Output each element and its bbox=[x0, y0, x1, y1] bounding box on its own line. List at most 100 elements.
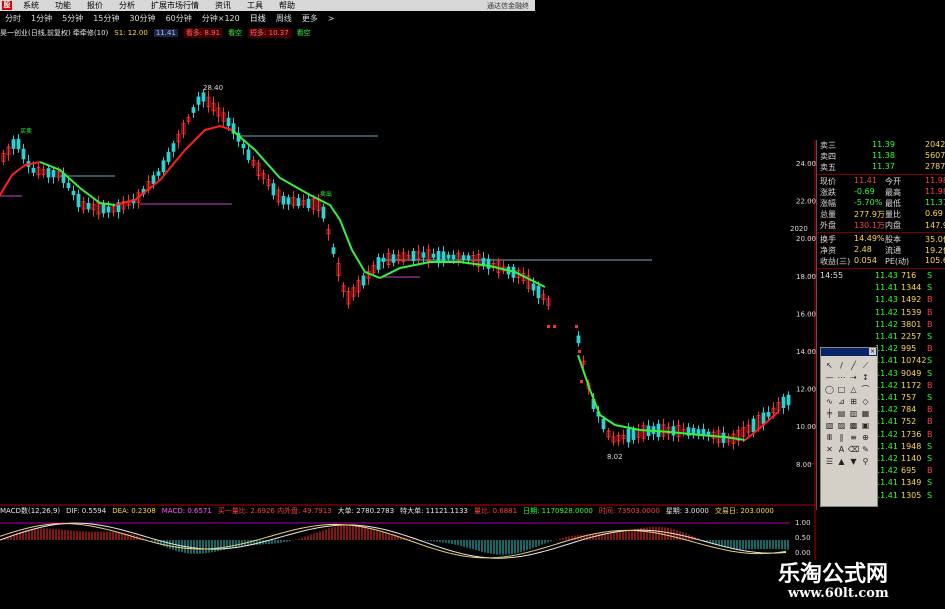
price-tick-label: 22.00 bbox=[796, 198, 816, 206]
drawing-tool-icon[interactable]: ▧ bbox=[824, 420, 835, 431]
drawing-tool-icon[interactable]: □ bbox=[836, 384, 847, 395]
drawing-tool-icon[interactable]: ⚲ bbox=[860, 456, 871, 467]
stat-value: -5.70% bbox=[854, 198, 883, 207]
tick-price: 11.41 bbox=[875, 393, 898, 402]
drawing-tool-icon[interactable]: ∥ bbox=[836, 432, 847, 443]
drawing-tool-icon[interactable]: ⊞ bbox=[848, 396, 859, 407]
drawing-tool-icon[interactable]: ✕ bbox=[824, 444, 835, 455]
candle-body bbox=[201, 92, 206, 102]
drawing-tool-icon[interactable]: ◯ bbox=[824, 384, 835, 395]
drawing-tool-icon[interactable]: ☰ bbox=[824, 456, 835, 467]
drawing-tool-icon[interactable]: ◇ bbox=[860, 396, 871, 407]
tick-volume: 1344 bbox=[901, 283, 922, 293]
stat-label: PE(动) bbox=[885, 257, 910, 266]
drawing-tool-icon[interactable]: — bbox=[824, 372, 835, 383]
drawing-tool-icon[interactable]: ▼ bbox=[848, 456, 859, 467]
candle-body bbox=[196, 96, 201, 105]
tick-price: 11.41 bbox=[875, 441, 898, 451]
tick-volume: 995 bbox=[901, 344, 917, 354]
tick-row: 11.41 2257 S bbox=[817, 332, 945, 343]
drawing-tool-icon[interactable]: ↕ bbox=[860, 372, 871, 383]
ma-green-line-3 bbox=[379, 261, 546, 288]
drawing-tool-icon[interactable]: ✎ bbox=[860, 444, 871, 455]
drawing-tool-icon[interactable]: ↖ bbox=[824, 360, 835, 371]
watermark-url: www.60lt.com bbox=[788, 586, 889, 601]
drawing-toolbox[interactable]: × ↖ / ╱ ⟋ — ⋯ ⇢ ↕ ◯ □ △ ⌒ ∿ ⊿ ⊞ ◇ ╪ ▤ ▥ ▦ ▧ ▨ ▩ ▣ Ⅲ ∥ ≡ ⊕ ✕ A ⌫ ✎ ☰ ▲ ▼ ⚲ bbox=[820, 347, 878, 507]
tick-volume: 1736 bbox=[901, 429, 922, 439]
tick-side: B bbox=[927, 466, 933, 476]
quote-divider bbox=[817, 268, 945, 269]
candle-body bbox=[451, 254, 456, 260]
macd-t4: 量比: 0.6881 bbox=[474, 507, 518, 515]
drawing-tool-icon[interactable]: ╪ bbox=[824, 408, 835, 419]
tick-side: S bbox=[927, 356, 933, 366]
tick-price: 11.43 bbox=[875, 271, 898, 280]
drawing-tool-icon[interactable]: △ bbox=[848, 384, 859, 395]
tick-volume: 1539 bbox=[901, 307, 922, 317]
macd-t5: 日期: 1170928.0000 bbox=[523, 507, 593, 515]
stat-row: 涨幅 -5.70%最低 11.37 bbox=[817, 198, 945, 209]
tick-side: S bbox=[927, 283, 933, 293]
price-tick-label: 24.00 bbox=[796, 160, 816, 168]
ask-volume: 2787 bbox=[925, 162, 945, 171]
tick-volume: 2257 bbox=[901, 332, 922, 341]
tick-row: 11.42 1539 B bbox=[817, 308, 945, 319]
stat-row: 外盘 130.1万内盘 147.9万 bbox=[817, 220, 945, 231]
drawing-tool-icon[interactable]: ⇢ bbox=[848, 372, 859, 383]
drawing-tool-icon[interactable]: ▩ bbox=[848, 420, 859, 431]
drawing-tool-icon[interactable]: ⌫ bbox=[848, 444, 859, 455]
price-tick-label: 14.00 bbox=[796, 348, 816, 356]
stat-label: 量比 bbox=[885, 210, 901, 219]
date-tag: 2020 bbox=[790, 225, 808, 233]
ask-label: 卖五 bbox=[820, 163, 836, 172]
drawing-tool-icon[interactable]: A bbox=[836, 444, 847, 455]
stat-row: 换手 14.49%股本 35.0亿 bbox=[817, 234, 945, 245]
high-label: 28.40 bbox=[203, 84, 223, 92]
candle-body bbox=[246, 149, 251, 160]
tick-side: S bbox=[927, 332, 933, 341]
drawing-tool-icon[interactable]: ∿ bbox=[824, 396, 835, 407]
candle-body bbox=[575, 325, 578, 328]
stat-value: 130.1万 bbox=[854, 221, 885, 230]
tick-price: 11.42 bbox=[875, 405, 898, 415]
macd-title[interactable]: MACD数(12,26,9) bbox=[0, 506, 60, 516]
quote-divider bbox=[817, 174, 945, 175]
candle-body bbox=[461, 255, 466, 260]
drawing-tool-icon[interactable]: ⊕ bbox=[860, 432, 871, 443]
tick-time: 14:55 bbox=[820, 271, 844, 280]
tick-volume: 1172 bbox=[901, 380, 922, 390]
drawing-tool-icon[interactable]: ⋯ bbox=[836, 372, 847, 383]
price-tick-label: 10.00 bbox=[796, 423, 816, 431]
candle-body bbox=[16, 138, 21, 150]
tick-volume: 757 bbox=[901, 393, 917, 402]
tick-price: 11.42 bbox=[875, 466, 898, 476]
candle-body bbox=[766, 412, 771, 417]
stat-label: 流通 bbox=[885, 246, 901, 255]
drawing-tool-icon[interactable]: ▣ bbox=[860, 420, 871, 431]
drawing-tool-icon[interactable]: ▦ bbox=[860, 408, 871, 419]
drawing-tool-icon[interactable]: ▤ bbox=[836, 408, 847, 419]
stat-value: 147.9万 bbox=[925, 221, 945, 230]
ask-price: 11.37 bbox=[872, 162, 895, 171]
close-icon[interactable]: × bbox=[869, 348, 876, 355]
candle-body bbox=[331, 247, 336, 254]
stat-label: 涨幅 bbox=[820, 199, 836, 208]
drawing-tool-icon[interactable]: ▥ bbox=[848, 408, 859, 419]
stat-row: 净资 2.48 流通 19.2亿 bbox=[817, 245, 945, 256]
drawing-tool-icon[interactable]: ▲ bbox=[836, 456, 847, 467]
drawing-tool-icon[interactable]: ≡ bbox=[848, 432, 859, 443]
drawing-tool-icon[interactable]: ⟋ bbox=[860, 360, 871, 371]
drawing-tool-icon[interactable]: / bbox=[836, 360, 847, 371]
drawing-tool-icon[interactable]: ⊿ bbox=[836, 396, 847, 407]
drawing-tool-icon[interactable]: ⌒ bbox=[860, 384, 871, 395]
candle-body bbox=[46, 168, 51, 178]
drawing-tool-icon[interactable]: Ⅲ bbox=[824, 432, 835, 443]
drawing-tool-icon[interactable]: ╱ bbox=[848, 360, 859, 371]
candle-body bbox=[696, 429, 701, 435]
macd-info-bar: MACD数(12,26,9) DIF: 0.5594 DEA: 0.2308 M… bbox=[0, 506, 800, 516]
tick-price: 11.42 bbox=[875, 429, 898, 439]
candle-body bbox=[536, 285, 541, 299]
drawing-tool-icon[interactable]: ▨ bbox=[836, 420, 847, 431]
tick-price: 11.41 bbox=[875, 417, 898, 427]
kline-chart[interactable]: 24.00 22.00 20.00 18.00 16.00 14.00 12.00 10.00… bbox=[0, 0, 945, 609]
